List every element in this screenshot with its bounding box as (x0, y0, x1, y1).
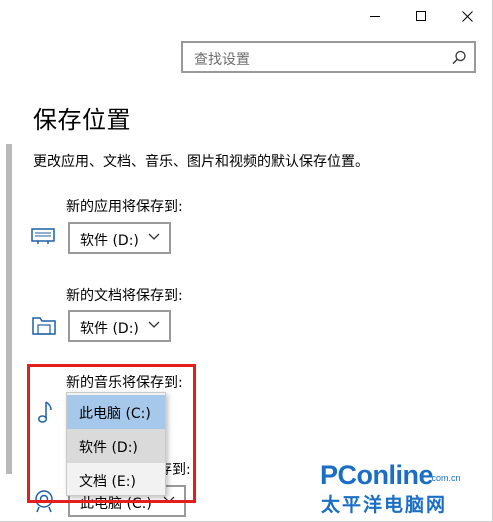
close-icon (461, 10, 473, 22)
watermark-domain: .com.cn (429, 473, 461, 483)
scrollbar-thumb[interactable] (6, 144, 12, 474)
minimize-icon (370, 15, 380, 17)
chevron-down-icon (148, 321, 160, 328)
close-button[interactable] (444, 0, 490, 32)
chevron-down-icon (148, 233, 160, 240)
scrollbar[interactable] (6, 88, 12, 520)
documents-save-dropdown[interactable]: 软件 (D:) (68, 310, 171, 342)
pconline-watermark: PConline .com.cn 太平洋电脑网 (320, 460, 490, 518)
monitor-icon (31, 228, 55, 244)
watermark-brand-suffix: online (356, 460, 434, 490)
apps-save-dropdown[interactable]: 软件 (D:) (68, 222, 171, 254)
apps-save-value: 软件 (D:) (80, 233, 139, 249)
documents-save-value: 软件 (D:) (80, 321, 139, 337)
search-placeholder: 查找设置 (194, 52, 250, 68)
watermark-chinese: 太平洋电脑网 (321, 494, 448, 516)
page-description: 更改应用、文档、音乐、图片和视频的默认保存位置。 (33, 154, 369, 170)
minimize-button[interactable] (352, 0, 398, 32)
highlight-annotation-box (27, 364, 196, 503)
watermark-brand-prefix: PC (320, 460, 357, 490)
settings-window: 查找设置 保存位置 更改应用、文档、音乐、图片和视频的默认保存位置。 新的应用将… (0, 0, 493, 522)
title-bar (0, 0, 493, 32)
search-input[interactable]: 查找设置 (181, 41, 476, 73)
folder-icon (32, 317, 56, 335)
apps-save-label: 新的应用将保存到: (66, 199, 183, 215)
maximize-button[interactable] (398, 0, 444, 32)
page-title: 保存位置 (33, 106, 131, 134)
search-icon[interactable] (450, 49, 468, 67)
watermark-brand: PConline (320, 460, 434, 491)
maximize-icon (416, 11, 426, 21)
documents-save-label: 新的文档将保存到: (66, 288, 183, 304)
